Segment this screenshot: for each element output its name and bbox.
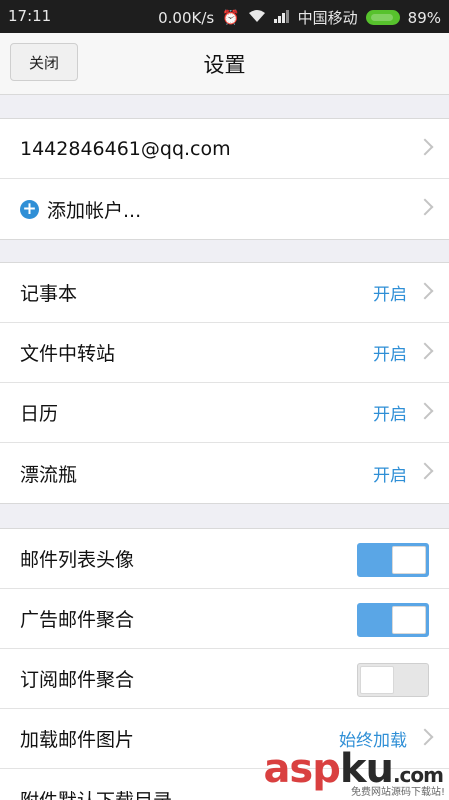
feature-row-file-transfer[interactable]: 文件中转站 开启 [0,323,449,383]
option-row-avatar: 邮件列表头像 [0,529,449,589]
option-label: 附件默认下载目录 [20,786,172,800]
add-account-label: 添加帐户... [47,199,142,222]
network-speed: 0.00K/s [158,8,215,27]
toggle-knob [392,606,426,634]
features-group: 记事本 开启 文件中转站 开启 日历 开启 漂流瓶 开启 [0,262,449,504]
feature-status: 开启 [373,405,407,425]
feature-row-drift-bottle[interactable]: 漂流瓶 开启 [0,443,449,503]
chevron-right-icon [416,138,434,156]
chevron-right-icon [416,342,434,360]
toggle-knob [360,666,394,694]
battery-icon [365,10,400,25]
feature-label: 漂流瓶 [20,463,78,486]
feature-status: 开启 [373,345,407,365]
status-bar: 17:11 0.00K/s ⏰ 中国移动 89% [0,0,449,33]
option-row-ad-aggregate: 广告邮件聚合 [0,589,449,649]
status-time: 17:11 [8,7,52,25]
subscription-aggregate-toggle[interactable] [357,663,429,697]
chevron-right-icon [416,402,434,420]
carrier-name: 中国移动 [297,9,358,27]
watermark-asp: asp [263,746,340,792]
account-row[interactable]: 1442846461@qq.com [0,119,449,179]
feature-label: 记事本 [20,283,78,305]
accounts-group: 1442846461@qq.com + 添加帐户... [0,118,449,240]
avatar-toggle[interactable] [357,543,429,577]
nav-bar: 关闭 设置 [0,33,449,95]
wifi-icon [248,9,266,27]
signal-icon [273,9,290,27]
battery-level: 89% [407,8,441,27]
chevron-right-icon [416,728,434,746]
option-label: 加载邮件图片 [20,729,135,751]
feature-row-calendar[interactable]: 日历 开启 [0,383,449,443]
option-row-subscription-aggregate: 订阅邮件聚合 [0,649,449,709]
chevron-right-icon [416,462,434,480]
plus-icon: + [20,199,39,219]
watermark-subtitle: 免费网站源码下载站! [350,787,445,798]
ad-aggregate-toggle[interactable] [357,603,429,637]
close-button[interactable]: 关闭 [10,43,78,81]
feature-status: 开启 [373,465,407,486]
feature-label: 文件中转站 [20,343,116,365]
status-right: 0.00K/s ⏰ 中国移动 89% [158,7,441,28]
chevron-right-icon [416,282,434,300]
add-account-row[interactable]: + 添加帐户... [0,179,449,239]
option-label: 订阅邮件聚合 [20,669,135,691]
option-label: 邮件列表头像 [20,549,135,571]
feature-row-notepad[interactable]: 记事本 开启 [0,263,449,323]
feature-status: 开启 [373,285,407,305]
account-email: 1442846461@qq.com [20,137,231,160]
feature-label: 日历 [20,403,59,425]
alarm-off-icon: ⏰ [222,9,240,26]
option-label: 广告邮件聚合 [20,609,135,631]
chevron-right-icon [416,198,434,216]
toggle-knob [392,546,426,574]
